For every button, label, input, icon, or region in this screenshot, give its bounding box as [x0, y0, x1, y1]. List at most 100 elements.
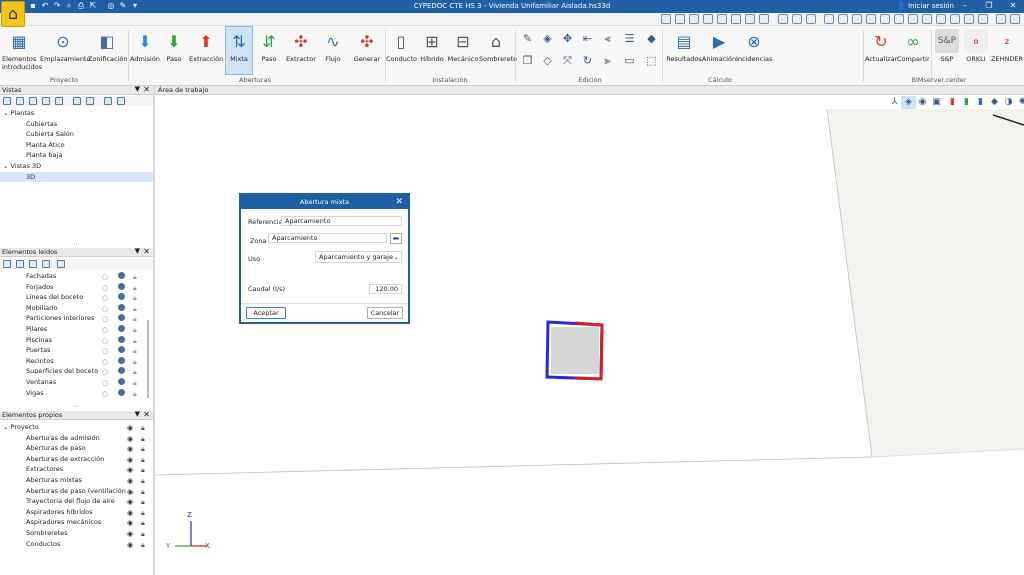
solid-view-icon[interactable]: ◆ [987, 96, 1002, 109]
layers-edit-icon[interactable]: ◈ [540, 32, 555, 45]
cancel-button[interactable]: Cancelar [367, 307, 403, 319]
tree-node-proyecto[interactable]: ⌄ Proyecto ◉ 🔒︎ [0, 422, 153, 433]
box-icon[interactable]: ⬚ [644, 54, 659, 67]
info-icon[interactable] [908, 14, 918, 24]
tools-icon[interactable]: ✎ [118, 1, 128, 11]
green-view-icon[interactable]: ▮ [959, 96, 974, 109]
list-item[interactable]: Ventanas ◌ 🔒︎ [0, 377, 153, 388]
pan-icon[interactable] [731, 14, 741, 24]
expand-icon[interactable] [3, 260, 11, 268]
shield-icon[interactable] [118, 324, 125, 332]
zehnder-button[interactable]: z ZEHNDER [990, 27, 1024, 73]
animacion-button[interactable]: ▶ Animación [701, 27, 737, 73]
list-item[interactable]: Recintos ◌ 🔒︎ [0, 356, 153, 367]
mecanico-button[interactable]: ⊟ Mecánico [447, 27, 479, 73]
list-item[interactable]: Trayectoria del flujo de aire ◉ 🔒︎ [0, 496, 153, 507]
orkli-button[interactable]: o ORKLI [962, 27, 990, 73]
new-view-icon[interactable] [3, 97, 11, 105]
list-item[interactable]: Aberturas de extracción ◉ 🔒︎ [0, 454, 153, 465]
measure-icon[interactable] [880, 14, 890, 24]
viewport-3d[interactable]: Z Y X [155, 109, 1024, 575]
lock-icon[interactable]: 🔒︎ [133, 389, 137, 400]
extraccion-button[interactable]: ⬆ Extracción [189, 27, 223, 73]
lock-icon[interactable]: 🔒︎ [141, 540, 145, 551]
list-item[interactable]: Aspiradores híbridos ◉ 🔒︎ [0, 507, 153, 518]
view-icon[interactable] [759, 14, 769, 24]
save-icon[interactable]: ▪ [28, 1, 38, 11]
filter-list-icon[interactable] [42, 260, 50, 268]
tree-node[interactable]: Cubiertas [0, 119, 153, 130]
copy-icon[interactable]: ❐ [520, 54, 535, 67]
tree-node[interactable]: Planta baja [0, 150, 153, 161]
list-item[interactable]: Vigas ◌ 🔒︎ [0, 388, 153, 399]
blue-view-icon[interactable]: ▮ [973, 96, 988, 109]
search-icon[interactable]: ⌕ [64, 1, 74, 11]
eye-slash-icon[interactable]: ◌ [102, 389, 108, 400]
tree-node[interactable]: Planta Ático [0, 140, 153, 151]
snap-icon[interactable] [852, 14, 862, 24]
list-item[interactable]: Pilares ◌ 🔒︎ [0, 324, 153, 335]
list-item[interactable]: Fachadas ◌ 🔒︎ [0, 271, 153, 282]
chevron-down-icon[interactable]: ▼ [135, 410, 140, 418]
close-icon[interactable]: ✕ [143, 410, 150, 419]
list-item[interactable]: Líneas del boceto ◌ 🔒︎ [0, 292, 153, 303]
resultados-button[interactable]: ▤ Resultados [666, 27, 702, 73]
rename-view-icon[interactable] [42, 97, 50, 105]
settings-icon[interactable] [922, 14, 932, 24]
ortho-icon[interactable] [866, 14, 876, 24]
close-icon[interactable]: ✕ [143, 247, 150, 256]
close-window-button[interactable]: ✕ [1006, 1, 1020, 11]
actualizar-button[interactable]: ↻ Actualizar [865, 27, 897, 73]
delete-view-icon[interactable] [117, 97, 125, 105]
arrow-left-icon[interactable]: ⬅ [390, 233, 402, 244]
edit-view-icon[interactable] [16, 97, 24, 105]
shield-view-icon[interactable]: ◈ [901, 96, 916, 109]
filter-icon[interactable] [936, 14, 946, 24]
shield-icon[interactable] [118, 314, 125, 322]
admision-button[interactable]: ⬇ Admisión [130, 27, 160, 73]
red-view-icon[interactable]: ▮ [945, 96, 960, 109]
chevron-down-icon[interactable]: ▼ [135, 247, 140, 255]
mixed-opening[interactable] [545, 320, 604, 381]
shield-icon[interactable] [118, 282, 125, 290]
shield-icon[interactable] [118, 272, 125, 279]
list-item[interactable]: Piscinas ◌ 🔒︎ [0, 335, 153, 346]
text-icon[interactable] [894, 14, 904, 24]
axis-icon[interactable]: ⅄ [887, 96, 902, 109]
paso-button[interactable]: ⬇ Paso [161, 27, 187, 73]
scale-icon[interactable]: ⤧ [560, 54, 575, 67]
list-item[interactable]: Aspiradores mecánicos ◉ 🔒︎ [0, 517, 153, 528]
shield-icon[interactable] [118, 293, 125, 301]
list-item[interactable]: Sombreretes ◉ 🔒︎ [0, 528, 153, 539]
copy-view-icon[interactable] [29, 97, 37, 105]
render-icon[interactable]: ✺ [1015, 96, 1024, 109]
list-item[interactable]: Conductos ◉ 🔒︎ [0, 539, 153, 550]
list-item[interactable]: Extractores ◉ 🔒︎ [0, 464, 153, 475]
mixta-button[interactable]: ⇅ Mixta [225, 26, 253, 75]
hibrido-button[interactable]: ⊞ Híbrido [418, 27, 446, 73]
list-item[interactable]: Mobiliario ◌ 🔒︎ [0, 303, 153, 314]
zona-input[interactable]: Aparcamiento [268, 233, 387, 243]
move-icon[interactable]: ✥ [560, 32, 575, 45]
eye-icon[interactable]: ◉ [127, 540, 133, 551]
cut-icon[interactable] [964, 14, 974, 24]
zoom-out-icon[interactable] [717, 14, 727, 24]
conducto-button[interactable]: ▯ Conducto [386, 27, 417, 73]
sombrerete-button[interactable]: ⌂ Sombrerete [479, 27, 517, 73]
shield-icon[interactable] [118, 346, 125, 354]
emplazamiento-button[interactable]: ⊙ Emplazamiento [40, 27, 91, 73]
mirror-icon[interactable]: ◇ [540, 54, 555, 67]
caudal-input[interactable]: 120.00 [369, 284, 402, 294]
link-view-icon[interactable] [104, 97, 112, 105]
zoom-all-icon[interactable] [689, 14, 699, 24]
shield-icon[interactable] [118, 335, 125, 343]
list-item[interactable]: Aberturas mixtas ◉ 🔒︎ [0, 475, 153, 486]
cube-view-icon[interactable]: ▣ [929, 96, 944, 109]
layers-icon[interactable] [778, 14, 788, 24]
splitter[interactable]: ⋯ [0, 242, 153, 248]
uso-select[interactable]: Aparcamiento y garaje ⌄ [315, 251, 402, 263]
minimize-button[interactable]: – [958, 1, 972, 11]
rotate-element-icon[interactable]: ↻ [580, 54, 595, 67]
visibility-icon[interactable]: ◑ [1001, 96, 1016, 109]
sp-button[interactable]: S&P S&P [933, 27, 961, 73]
